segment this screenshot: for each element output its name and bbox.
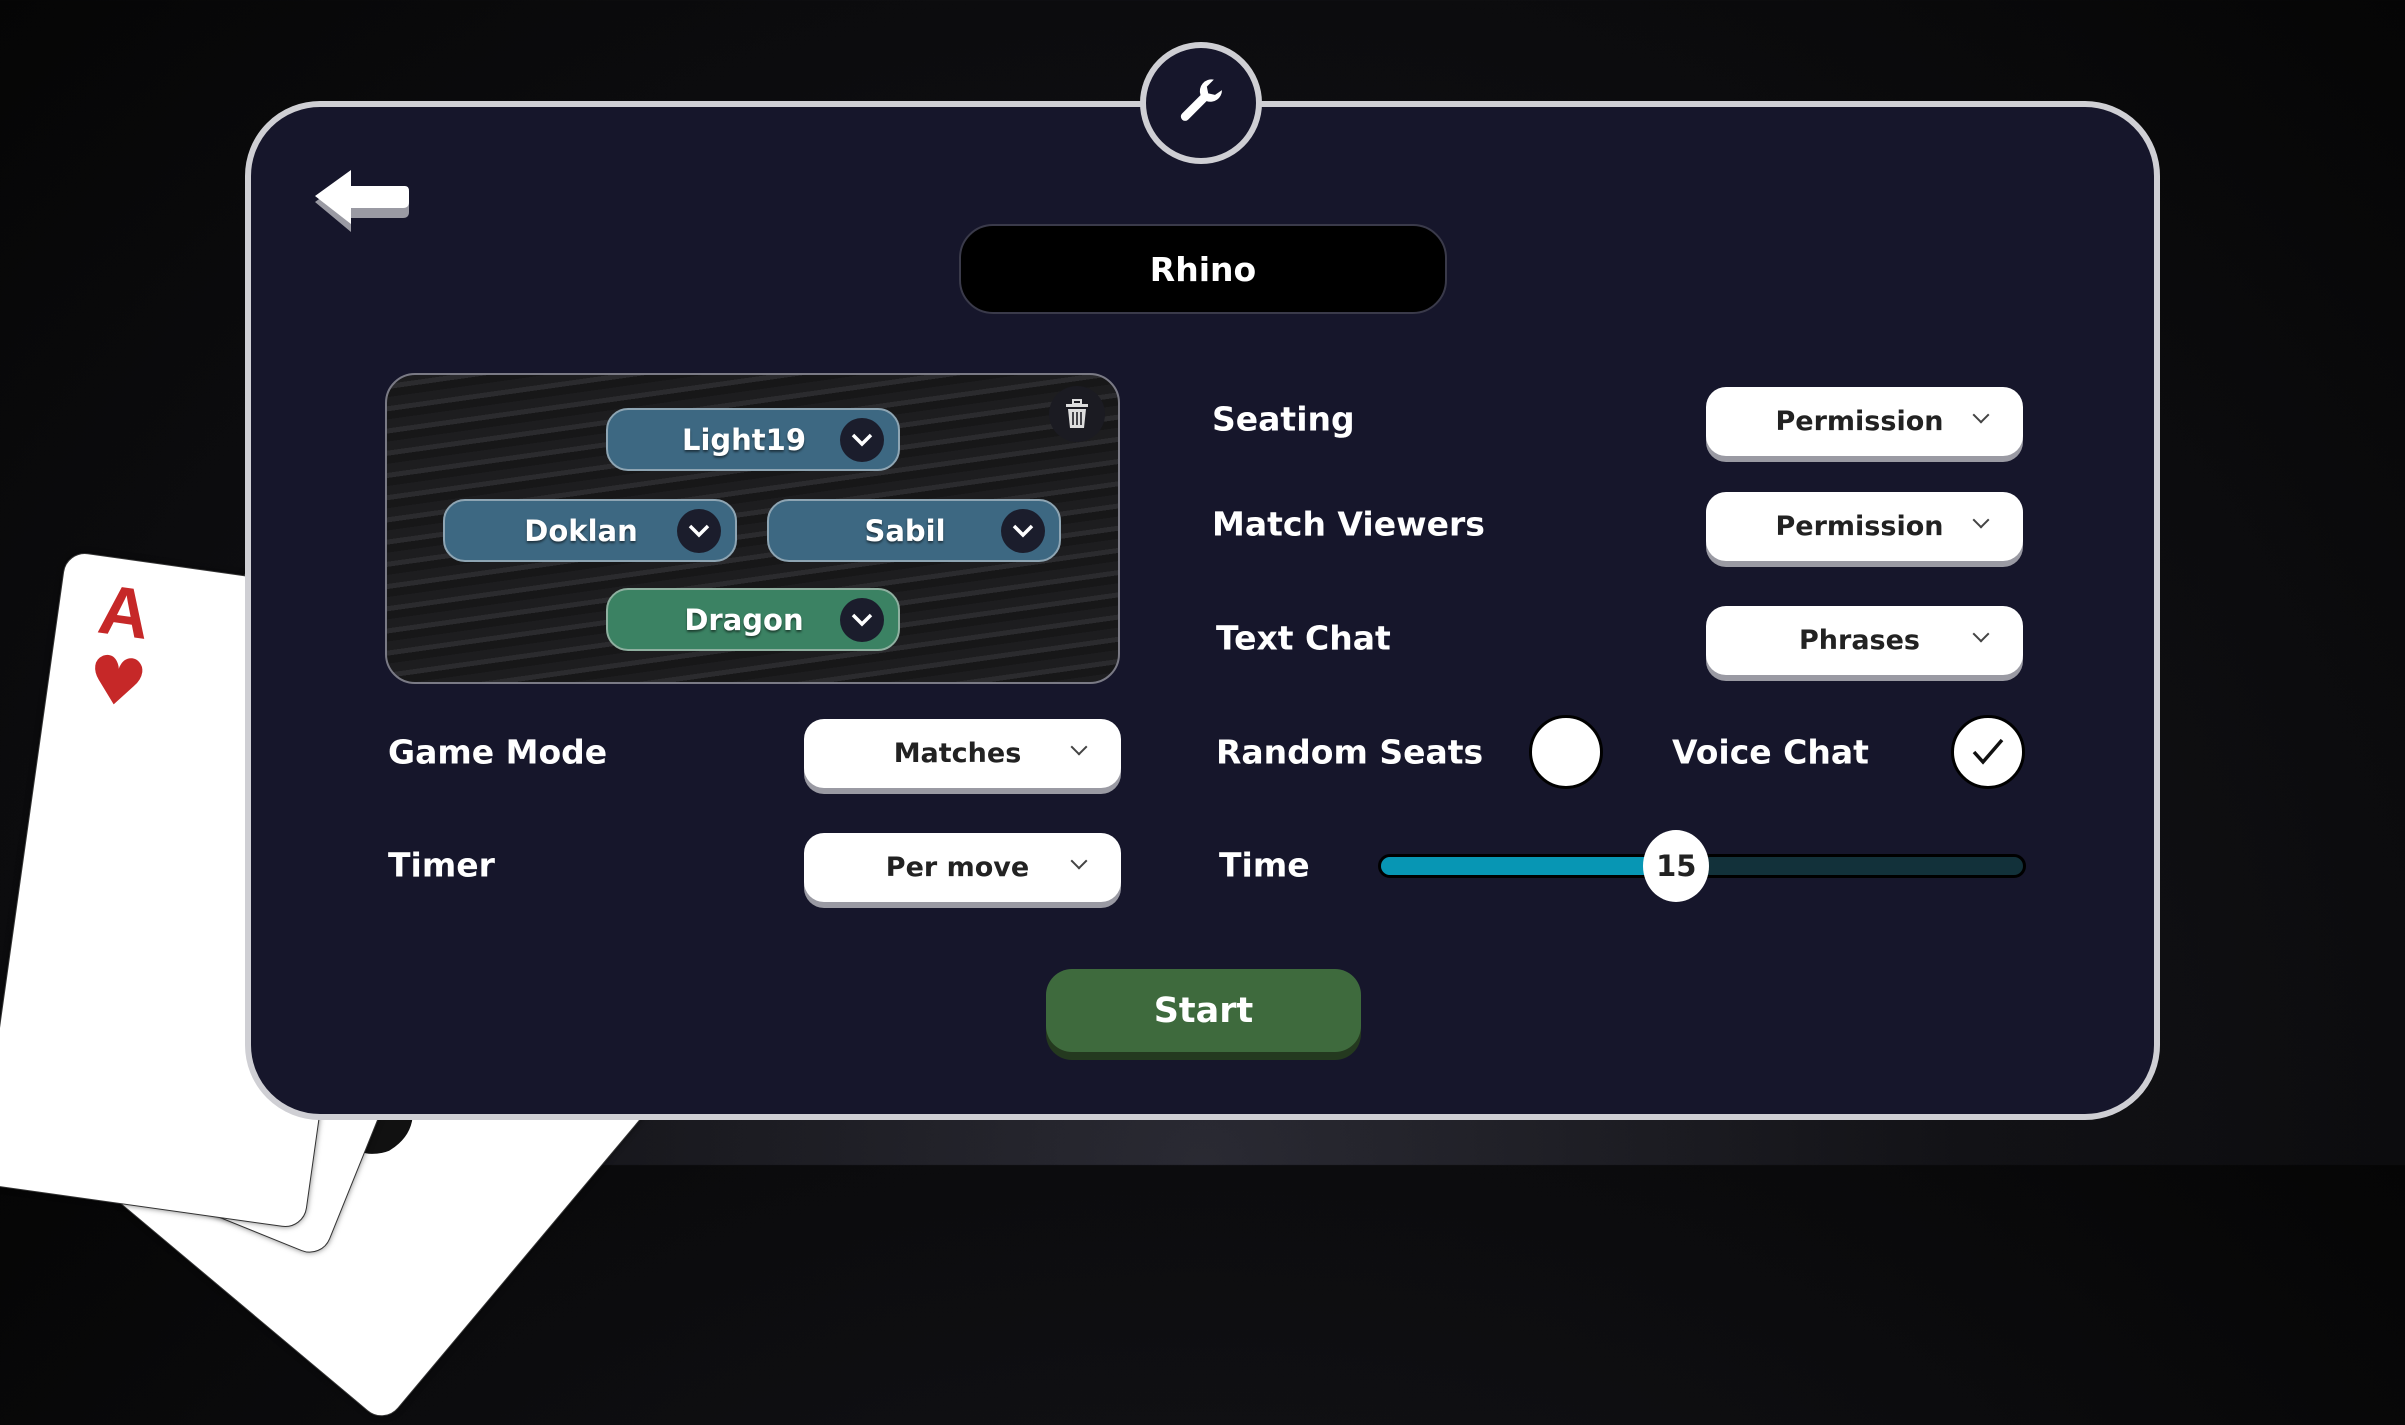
heart-icon: ♥ — [82, 639, 152, 725]
seat-player-name: Doklan — [524, 513, 638, 548]
chevron-down-icon[interactable] — [1001, 508, 1045, 553]
match-viewers-label: Match Viewers — [1212, 504, 1485, 544]
voice-chat-label: Voice Chat — [1672, 732, 1869, 772]
time-slider-handle[interactable]: 15 — [1643, 830, 1710, 902]
lobby-name-field[interactable]: Rhino — [959, 224, 1447, 314]
chevron-down-icon — [1070, 852, 1088, 870]
text-chat-dropdown[interactable]: Phrases — [1706, 606, 2023, 675]
chevron-down-icon[interactable] — [677, 508, 721, 553]
start-button[interactable]: Start — [1046, 969, 1361, 1052]
lobby-name: Rhino — [1149, 249, 1257, 289]
chevron-down-icon[interactable] — [840, 597, 884, 642]
wrench-icon — [1180, 79, 1222, 121]
seat-top[interactable]: Light19 — [606, 408, 900, 471]
chevron-down-icon — [1070, 738, 1088, 756]
seat-player-name: Sabil — [864, 513, 946, 548]
back-button[interactable] — [311, 166, 411, 232]
timer-value: Per move — [885, 852, 1030, 883]
time-slider[interactable]: 15 — [1378, 830, 2026, 902]
timer-label: Timer — [388, 845, 495, 885]
seating-value: Permission — [1775, 406, 1944, 437]
time-slider-fill — [1381, 857, 1677, 875]
time-value: 15 — [1656, 849, 1697, 883]
trash-icon — [1066, 399, 1088, 428]
seat-bottom[interactable]: Dragon — [606, 588, 900, 651]
match-viewers-dropdown[interactable]: Permission — [1706, 492, 2023, 561]
text-chat-label: Text Chat — [1216, 618, 1391, 658]
checkmark-icon — [1972, 738, 2004, 765]
seat-right[interactable]: Sabil — [767, 499, 1061, 562]
seat-left[interactable]: Doklan — [443, 499, 737, 562]
game-mode-label: Game Mode — [388, 732, 608, 772]
chevron-down-icon — [1972, 625, 1990, 643]
text-chat-value: Phrases — [1799, 625, 1920, 656]
chevron-down-icon — [1972, 511, 1990, 529]
voice-chat-checkbox[interactable] — [1951, 715, 2025, 789]
time-label: Time — [1219, 845, 1310, 885]
settings-badge — [1140, 42, 1262, 164]
chevron-down-icon — [1972, 406, 1990, 424]
back-arrow-icon — [315, 170, 409, 232]
seat-player-name: Dragon — [684, 602, 804, 637]
start-label: Start — [1153, 990, 1254, 1031]
game-mode-value: Matches — [893, 738, 1022, 769]
random-seats-label: Random Seats — [1216, 732, 1484, 772]
seat-player-name: Light19 — [681, 422, 807, 457]
seating-label: Seating — [1212, 399, 1355, 439]
match-viewers-value: Permission — [1775, 511, 1944, 542]
chevron-down-icon[interactable] — [840, 417, 884, 462]
clear-seats-button[interactable] — [1049, 386, 1105, 442]
game-mode-dropdown[interactable]: Matches — [804, 719, 1121, 788]
seating-dropdown[interactable]: Permission — [1706, 387, 2023, 456]
random-seats-checkbox[interactable] — [1529, 715, 1603, 789]
timer-dropdown[interactable]: Per move — [804, 833, 1121, 902]
